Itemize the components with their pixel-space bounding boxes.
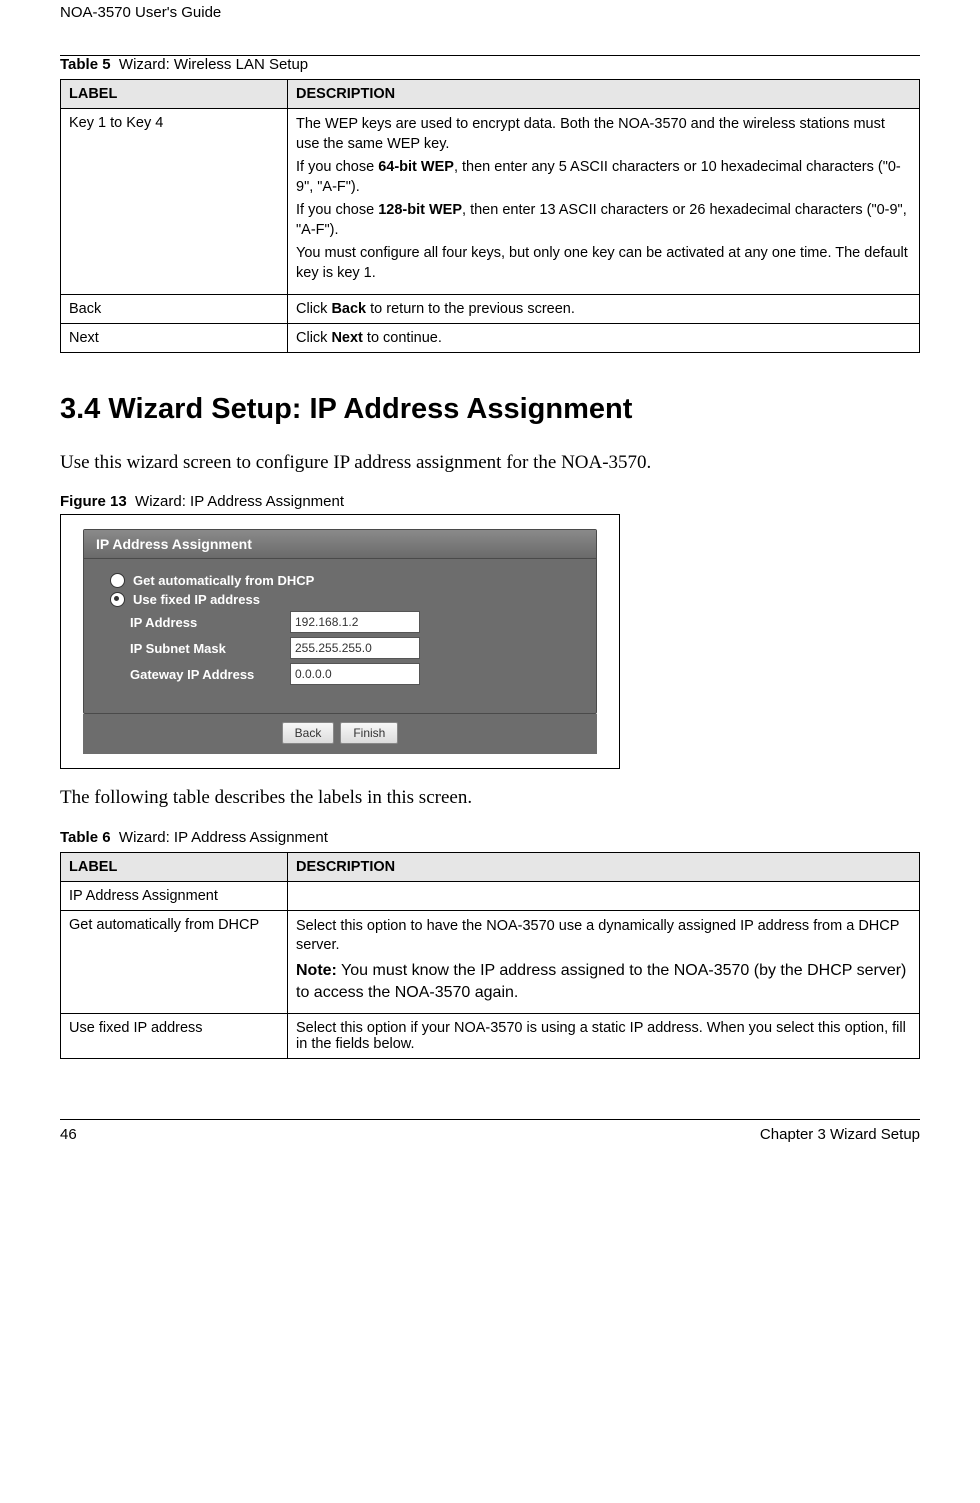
cell-label: Next <box>61 323 288 352</box>
cell-desc: The WEP keys are used to encrypt data. B… <box>288 109 920 295</box>
page-header: NOA-3570 User's Guide <box>60 4 920 56</box>
table5-caption-label: Table 5 <box>60 56 111 73</box>
table-row: IP Address Assignment <box>61 881 920 910</box>
footer-chapter: Chapter 3 Wizard Setup <box>760 1126 920 1143</box>
page-footer: 46 Chapter 3 Wizard Setup <box>60 1119 920 1143</box>
figure13-caption: Figure 13 Wizard: IP Address Assignment <box>60 493 920 510</box>
desc-line: The WEP keys are used to encrypt data. B… <box>296 115 911 154</box>
ip-address-label: IP Address <box>130 615 290 630</box>
table-row: Use fixed IP address Select this option … <box>61 1014 920 1059</box>
finish-button[interactable]: Finish <box>340 722 398 744</box>
table-row: Key 1 to Key 4 The WEP keys are used to … <box>61 109 920 295</box>
table-row: Next Click Next to continue. <box>61 323 920 352</box>
table6-header-desc: DESCRIPTION <box>288 852 920 881</box>
cell-desc: Select this option if your NOA-3570 is u… <box>288 1014 920 1059</box>
table-row: Back Click Back to return to the previou… <box>61 294 920 323</box>
desc-line: If you chose 64-bit WEP, then enter any … <box>296 158 911 197</box>
table5-caption-text: Wizard: Wireless LAN Setup <box>119 56 308 73</box>
desc-line: Select this option to have the NOA-3570 … <box>296 917 911 956</box>
figure13-caption-label: Figure 13 <box>60 493 127 510</box>
radio-dhcp-row[interactable]: Get automatically from DHCP <box>110 573 576 588</box>
subnet-mask-input[interactable] <box>290 637 420 659</box>
table5: LABEL DESCRIPTION Key 1 to Key 4 The WEP… <box>60 79 920 353</box>
gateway-input[interactable] <box>290 663 420 685</box>
ip-address-input[interactable] <box>290 611 420 633</box>
table5-header-desc: DESCRIPTION <box>288 80 920 109</box>
figure13-caption-text: Wizard: IP Address Assignment <box>135 493 344 510</box>
gateway-label: Gateway IP Address <box>130 667 290 682</box>
panel-title: IP Address Assignment <box>84 530 596 559</box>
cell-label: Key 1 to Key 4 <box>61 109 288 295</box>
radio-fixed-row[interactable]: Use fixed IP address <box>110 592 576 607</box>
after-figure-text: The following table describes the labels… <box>60 785 920 811</box>
header-title: NOA-3570 User's Guide <box>60 4 920 21</box>
ip-assignment-panel: IP Address Assignment Get automatically … <box>83 529 597 714</box>
cell-label: Use fixed IP address <box>61 1014 288 1059</box>
cell-desc: Click Back to return to the previous scr… <box>288 294 920 323</box>
figure13: IP Address Assignment Get automatically … <box>60 514 620 769</box>
cell-label: IP Address Assignment <box>61 881 288 910</box>
table5-caption: Table 5 Wizard: Wireless LAN Setup <box>60 56 920 73</box>
back-button[interactable]: Back <box>282 722 335 744</box>
desc-line: You must configure all four keys, but on… <box>296 244 911 283</box>
table5-header-label: LABEL <box>61 80 288 109</box>
footer-page-number: 46 <box>60 1126 77 1143</box>
table6: LABEL DESCRIPTION IP Address Assignment … <box>60 852 920 1059</box>
cell-label: Get automatically from DHCP <box>61 910 288 1013</box>
cell-desc: Click Next to continue. <box>288 323 920 352</box>
section-intro: Use this wizard screen to configure IP a… <box>60 450 920 476</box>
cell-label: Back <box>61 294 288 323</box>
radio-unselected-icon[interactable] <box>110 573 125 588</box>
radio-dhcp-label: Get automatically from DHCP <box>133 573 314 588</box>
section-heading: 3.4 Wizard Setup: IP Address Assignment <box>60 393 920 426</box>
subnet-mask-label: IP Subnet Mask <box>130 641 290 656</box>
table6-caption: Table 6 Wizard: IP Address Assignment <box>60 829 920 846</box>
cell-desc: Select this option to have the NOA-3570 … <box>288 910 920 1013</box>
radio-selected-icon[interactable] <box>110 592 125 607</box>
cell-desc <box>288 881 920 910</box>
table6-caption-text: Wizard: IP Address Assignment <box>119 829 328 846</box>
desc-note: Note: You must know the IP address assig… <box>296 960 911 1003</box>
desc-line: If you chose 128-bit WEP, then enter 13 … <box>296 201 911 240</box>
table6-header-label: LABEL <box>61 852 288 881</box>
table6-caption-label: Table 6 <box>60 829 111 846</box>
radio-fixed-label: Use fixed IP address <box>133 592 260 607</box>
table-row: Get automatically from DHCP Select this … <box>61 910 920 1013</box>
